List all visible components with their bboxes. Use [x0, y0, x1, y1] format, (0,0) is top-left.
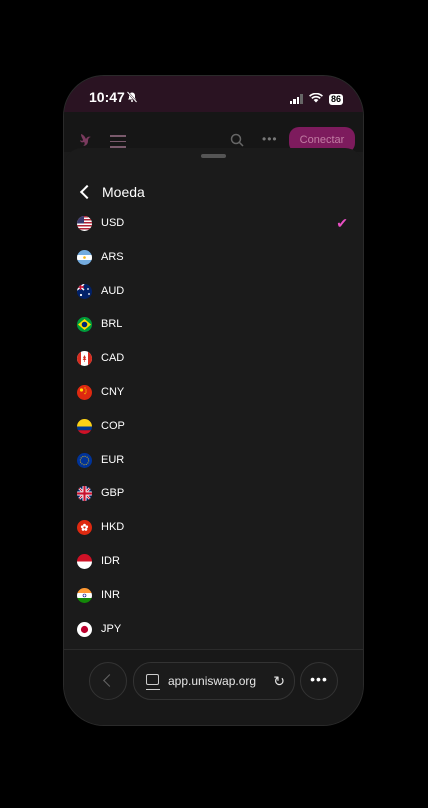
currency-code: JPY [101, 622, 122, 635]
currency-code: HKD [101, 521, 125, 534]
currency-row-ars[interactable]: ARS [64, 241, 363, 275]
back-chevron-icon[interactable] [79, 184, 95, 200]
in-flag-icon [77, 587, 92, 603]
currency-row-hkd[interactable]: HKD [64, 511, 363, 545]
currency-row-jpy[interactable]: JPY [64, 613, 363, 647]
currency-row-cad[interactable]: CAD [64, 342, 363, 376]
more-icon[interactable]: ••• [262, 132, 278, 146]
gb-flag-icon [77, 486, 92, 502]
chevron-left-icon [103, 674, 116, 687]
currency-row-eur[interactable]: EUR [64, 444, 363, 478]
status-bar: 10:47 86 [64, 76, 363, 112]
currency-row-cop[interactable]: COP [64, 410, 363, 444]
currency-code: ARS [101, 250, 124, 263]
currency-row-aud[interactable]: AUD [64, 275, 363, 309]
co-flag-icon [77, 418, 92, 434]
sheet-title: Moeda [102, 184, 145, 200]
cn-flag-icon [77, 385, 92, 400]
ca-flag-icon [77, 351, 92, 367]
currency-code: EUR [101, 453, 125, 466]
wifi-icon [308, 90, 323, 108]
us-flag-icon [77, 216, 92, 231]
currency-code: USD [101, 217, 125, 229]
browser-toolbar: app.uniswap.org ↻ ••• [64, 649, 363, 725]
currency-code: COP [101, 419, 125, 432]
currency-row-inr[interactable]: INR [64, 579, 363, 613]
phone-frame: 10:47 86 ••• Conectar Moeda USD ✔ ARS AU… [64, 76, 363, 725]
app-bar: ••• Conectar [64, 112, 363, 153]
currency-row-cny[interactable]: CNY [64, 376, 363, 410]
status-icons: 86 [289, 90, 343, 108]
id-flag-icon [77, 554, 92, 569]
currency-code: BRL [101, 318, 123, 331]
currency-code: CAD [101, 352, 125, 365]
url-text: app.uniswap.org [168, 674, 257, 688]
currency-sheet: Moeda USD ✔ ARS AUD BRL CAD CNY COP EUR … [64, 148, 363, 654]
ar-flag-icon [77, 249, 92, 265]
eu-flag-icon [77, 452, 92, 468]
currency-row-brl[interactable]: BRL [64, 308, 363, 342]
au-flag-icon [77, 283, 92, 299]
br-flag-icon [77, 317, 92, 333]
browser-back-button[interactable] [89, 662, 127, 700]
currency-code: AUD [101, 284, 125, 297]
currency-row-usd[interactable]: USD ✔ [64, 207, 363, 241]
currency-code: IDR [101, 555, 120, 567]
sheet-header: Moeda [78, 184, 145, 200]
sheet-grabber[interactable] [201, 154, 226, 158]
signal-icon [289, 94, 303, 104]
bell-slash-icon [126, 90, 138, 108]
browser-more-button[interactable]: ••• [300, 662, 338, 700]
address-bar[interactable]: app.uniswap.org ↻ [133, 662, 295, 700]
status-time: 10:47 [89, 89, 125, 105]
jp-flag-icon [77, 621, 92, 637]
checkmark-icon: ✔ [336, 215, 348, 231]
page-menu-icon[interactable] [145, 674, 160, 690]
currency-row-gbp[interactable]: GBP [64, 477, 363, 511]
hk-flag-icon [77, 520, 92, 536]
reload-icon[interactable]: ↻ [273, 673, 285, 690]
currency-code: INR [101, 588, 120, 601]
battery-icon: 86 [328, 93, 343, 105]
currency-code: CNY [101, 386, 125, 398]
currency-row-idr[interactable]: IDR [64, 545, 363, 579]
currency-code: GBP [101, 487, 125, 500]
